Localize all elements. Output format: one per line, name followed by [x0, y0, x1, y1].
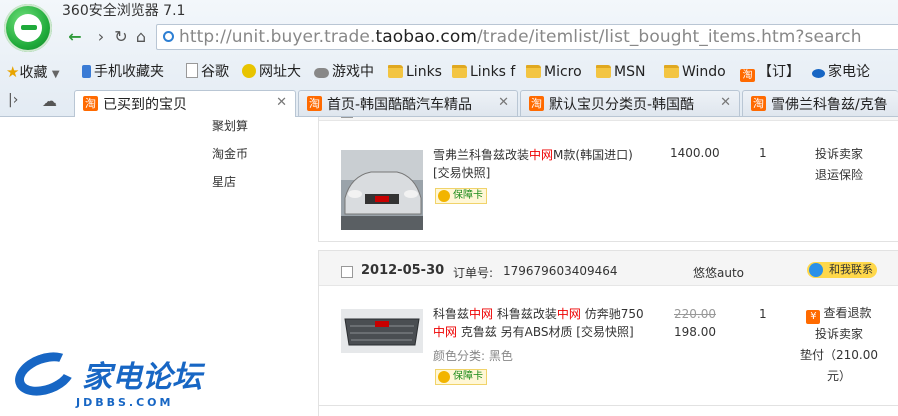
close-icon[interactable]: ✕	[720, 95, 731, 110]
back-arrow-icon[interactable]: ←	[62, 24, 88, 50]
advance-payment-unit: 元）	[826, 369, 851, 383]
view-refund-link[interactable]: ¥ 查看退款	[795, 303, 883, 324]
order-checkbox[interactable]	[341, 117, 353, 118]
order-date: 2012-05-30	[361, 263, 445, 278]
gamepad-icon	[314, 68, 329, 78]
watermark-name: 家电论坛	[82, 360, 202, 395]
order-header	[319, 117, 898, 121]
browser-logo-icon[interactable]	[4, 4, 52, 52]
order-checkbox[interactable]	[341, 266, 353, 278]
chat-icon	[809, 263, 823, 277]
home-icon[interactable]: ⌂	[128, 24, 154, 50]
bookmark-folder-links[interactable]: Links	[388, 62, 442, 82]
guarantee-badge[interactable]: 保障卡	[435, 188, 487, 204]
item-quantity: 1	[759, 146, 767, 160]
folder-icon	[388, 65, 403, 78]
taobao-icon: 淘	[740, 69, 755, 82]
bookmark-google[interactable]: 谷歌	[186, 62, 229, 82]
nav-item-xingdian[interactable]: 星店	[212, 173, 236, 190]
item-title[interactable]: 雪弗兰科鲁兹改装中网M款(韩国进口) [交易快照]	[433, 146, 658, 182]
refund-icon: ¥	[806, 310, 821, 324]
item-quantity: 1	[759, 307, 767, 321]
star-icon: ★	[6, 63, 20, 81]
contact-seller-button[interactable]: 和我联系	[807, 262, 877, 278]
bookmark-folder-micro[interactable]: Micro	[526, 62, 582, 82]
taobao-icon: 淘	[83, 96, 98, 111]
item-actions: ¥ 查看退款 投诉卖家 垫付（210.00 元）	[795, 303, 883, 387]
close-icon[interactable]: ✕	[498, 95, 509, 110]
page-icon	[186, 63, 198, 78]
taobao-icon: 淘	[751, 96, 766, 111]
url-text[interactable]: http://unit.buyer.trade.taobao.com/trade…	[179, 27, 862, 47]
order-card: 2012-05-30 订单号: 179679603409464 悠悠auto 和…	[318, 250, 898, 410]
bookmark-sites[interactable]: 网址大	[242, 62, 301, 82]
taobao-icon: 淘	[307, 96, 322, 111]
folder-icon	[664, 65, 679, 78]
complain-seller-link[interactable]: 投诉卖家	[799, 144, 879, 165]
order-header: 2012-05-30 订单号: 179679603409464 悠悠auto 和…	[319, 251, 898, 286]
bookmark-jdbbs[interactable]: 家电论	[812, 62, 870, 82]
car-image	[341, 150, 423, 230]
item-title[interactable]: 科鲁兹中网 科鲁兹改装中网 仿奔驰750 中网 克鲁兹 另有ABS材质 [交易快…	[433, 305, 658, 341]
site-icon	[242, 64, 256, 78]
swirl-logo-icon	[9, 344, 81, 404]
order-card	[318, 405, 898, 416]
folder-icon	[526, 65, 541, 78]
product-thumbnail[interactable]	[341, 150, 423, 230]
product-thumbnail[interactable]	[341, 309, 423, 353]
navigation-bar: ← › ↻ ⌂ http://unit.buyer.trade.taobao.c…	[60, 24, 898, 50]
advance-payment-text: 垫付（210.00	[800, 348, 878, 362]
tab-shop-home[interactable]: 淘 首页-韩国酷酷汽车精品 ✕	[298, 90, 518, 116]
window-title: 360安全浏览器 7.1	[62, 3, 186, 19]
watermark-logo: 家电论坛 JDBBS.COM	[8, 344, 208, 416]
bookmark-order[interactable]: 淘【订】	[740, 62, 800, 82]
guarantee-icon	[438, 190, 450, 202]
return-insurance-link[interactable]: 退运保险	[799, 165, 879, 186]
globe-icon	[163, 31, 174, 42]
bookmark-folder-links-f[interactable]: Links f	[452, 62, 515, 82]
folder-icon	[596, 65, 611, 78]
order-number-label: 订单号:	[453, 266, 494, 280]
item-actions: 投诉卖家 退运保险	[799, 144, 879, 186]
bookmark-favorites[interactable]: ★收藏 ▼	[6, 62, 60, 82]
original-price: 220.00	[674, 307, 716, 321]
bookmark-folder-windows[interactable]: Windo	[664, 62, 726, 82]
order-card: 雪弗兰科鲁兹改装中网M款(韩国进口) [交易快照] 保障卡 1400.00 1 …	[318, 117, 898, 242]
nav-item-juhuasuan[interactable]: 聚划算	[212, 117, 248, 134]
sidebar-toggle-icon[interactable]: |›	[8, 92, 18, 108]
folder-icon	[452, 65, 467, 78]
tab-bought-items[interactable]: 淘 已买到的宝贝 ✕	[74, 90, 296, 118]
guarantee-icon	[438, 371, 450, 383]
bookmark-folder-msn[interactable]: MSN	[596, 62, 645, 82]
close-icon[interactable]: ✕	[276, 95, 287, 110]
site-icon	[812, 69, 825, 78]
tab-product[interactable]: 淘 雪佛兰科鲁兹/克鲁	[742, 90, 898, 116]
nav-item-taojinbi[interactable]: 淘金币	[212, 145, 248, 162]
item-price: 198.00	[674, 325, 716, 339]
tab-bar: |› ☁ 淘 已买到的宝贝 ✕ 淘 首页-韩国酷酷汽车精品 ✕ 淘 默认宝贝分类…	[0, 88, 898, 118]
grille-image	[341, 309, 423, 353]
order-number: 179679603409464	[503, 264, 618, 278]
cloud-icon[interactable]: ☁	[42, 92, 57, 110]
item-price: 1400.00	[670, 146, 720, 160]
browser-chrome: 360安全浏览器 7.1 ← › ↻ ⌂ http://unit.buyer.t…	[0, 0, 898, 118]
bookmarks-bar: ★收藏 ▼ 手机收藏夹 谷歌 网址大 游戏中 Links Links f Mic…	[0, 58, 898, 84]
bookmark-games[interactable]: 游戏中	[314, 62, 374, 82]
bookmark-mobile[interactable]: 手机收藏夹	[82, 62, 164, 82]
item-attribute: 颜色分类: 黑色	[433, 349, 513, 363]
tab-category[interactable]: 淘 默认宝贝分类页-韩国酷 ✕	[520, 90, 740, 116]
taobao-icon: 淘	[529, 96, 544, 111]
seller-name[interactable]: 悠悠auto	[693, 264, 744, 281]
guarantee-badge[interactable]: 保障卡	[435, 369, 487, 385]
chevron-down-icon[interactable]: ▼	[52, 69, 60, 80]
phone-icon	[82, 65, 91, 78]
watermark-url: JDBBS.COM	[76, 396, 174, 409]
address-bar[interactable]: http://unit.buyer.trade.taobao.com/trade…	[156, 24, 898, 50]
complain-seller-link[interactable]: 投诉卖家	[795, 324, 883, 345]
